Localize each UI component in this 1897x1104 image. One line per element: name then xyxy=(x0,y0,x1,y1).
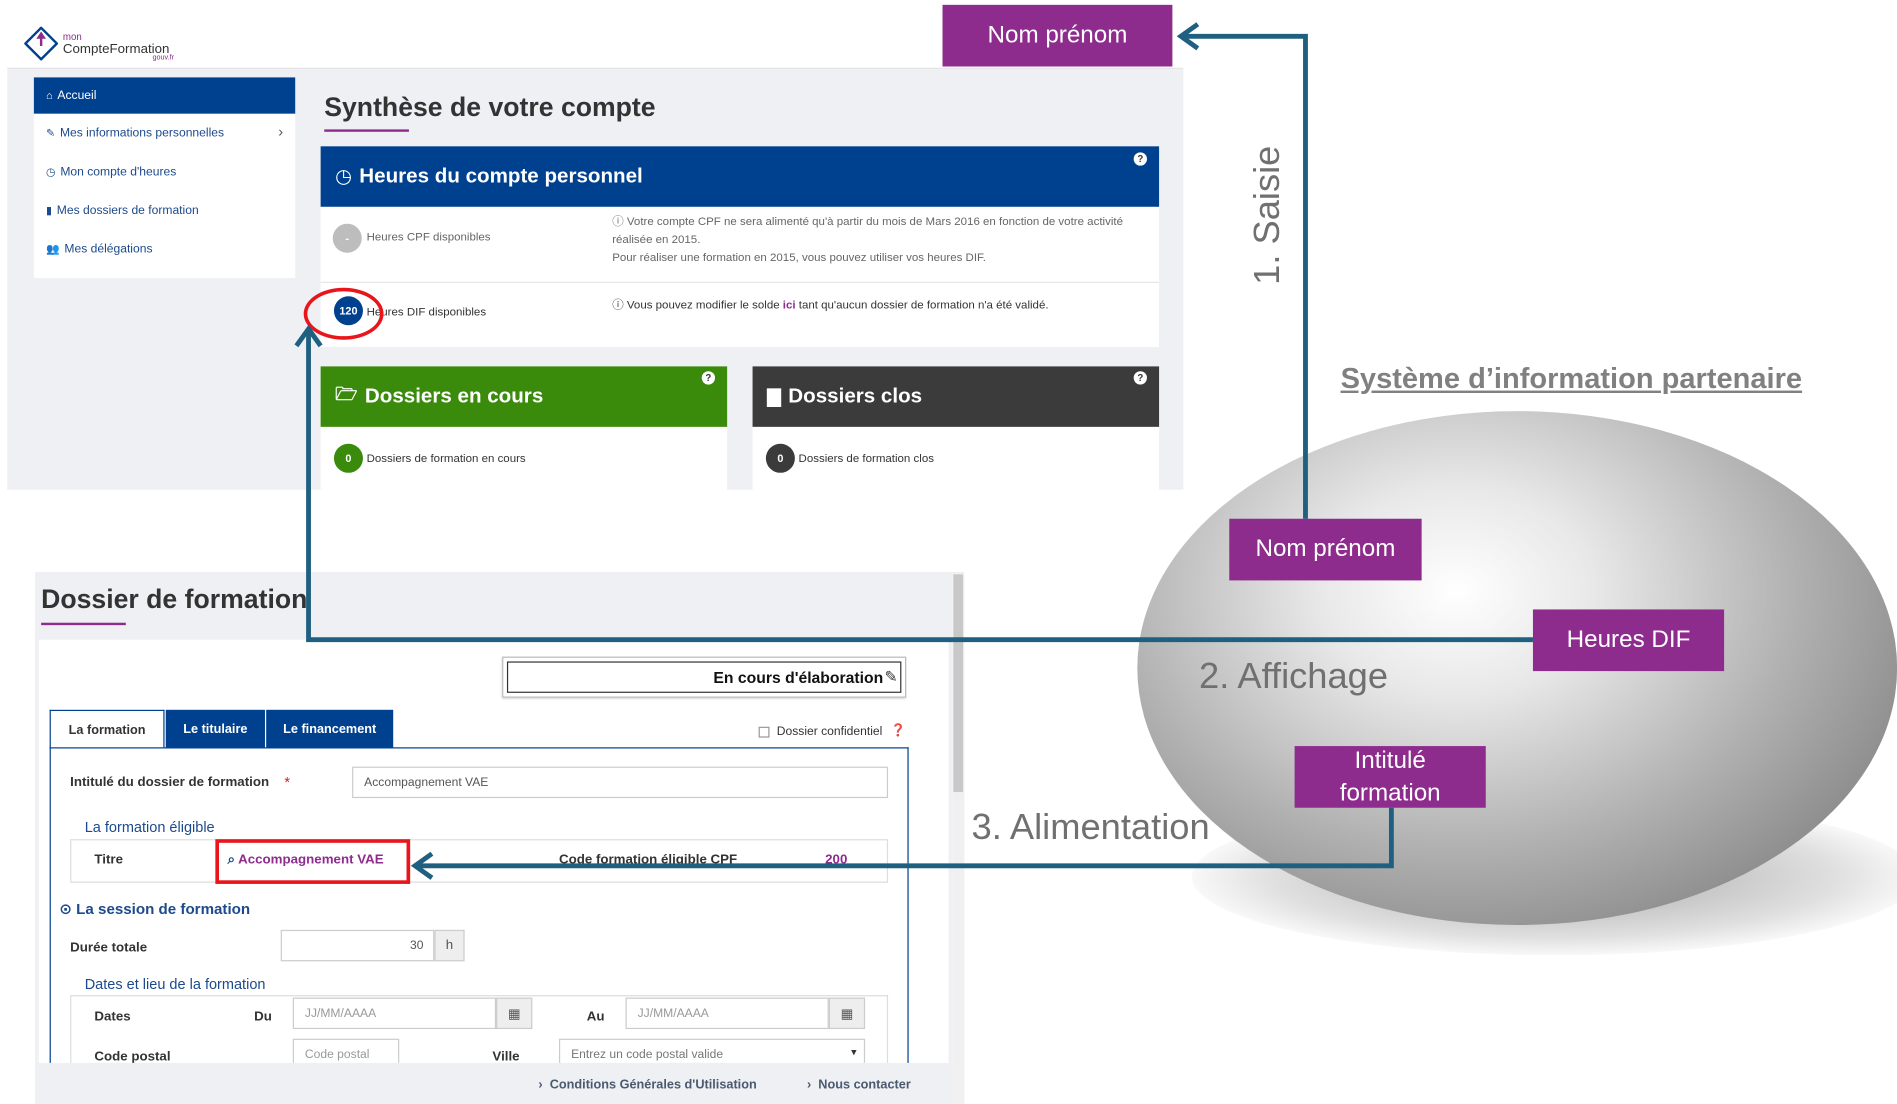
arrow-alimentation xyxy=(414,807,1394,869)
arrow-saisie xyxy=(1180,33,1308,519)
arrow-affichage xyxy=(306,328,1533,643)
flow-arrows xyxy=(294,22,1533,880)
